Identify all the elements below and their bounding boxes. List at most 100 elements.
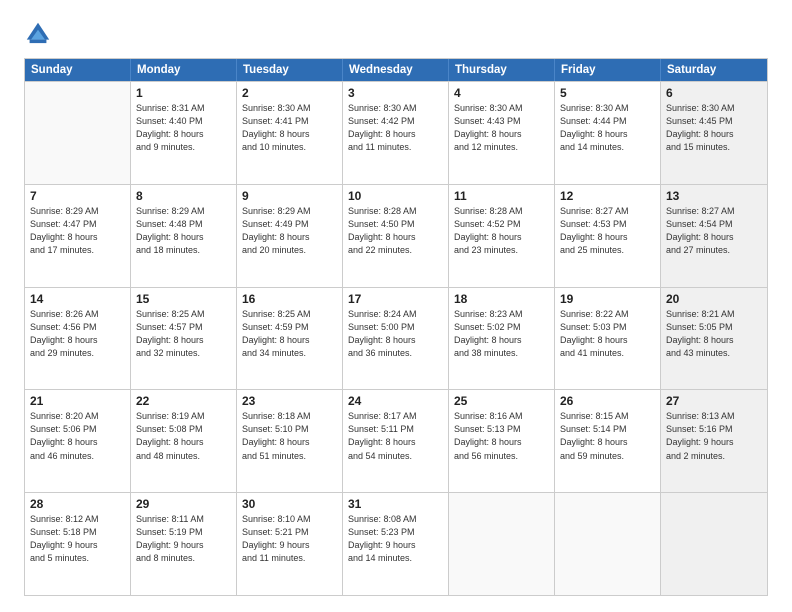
calendar-cell: 23Sunrise: 8:18 AMSunset: 5:10 PMDayligh…	[237, 390, 343, 492]
cell-info: Sunrise: 8:16 AMSunset: 5:13 PMDaylight:…	[454, 410, 549, 462]
cell-info: Sunrise: 8:25 AMSunset: 4:57 PMDaylight:…	[136, 308, 231, 360]
calendar-cell: 8 Sunrise: 8:29 AMSunset: 4:48 PMDaylight…	[131, 185, 237, 287]
calendar-cell: 12 Sunrise: 8:27 AMSunset: 4:53 PMDayligh…	[555, 185, 661, 287]
cell-info: Sunrise: 8:27 AMSunset: 4:54 PMDaylight:…	[666, 205, 762, 257]
day-number: 11	[454, 189, 549, 203]
calendar-row-1: 1 Sunrise: 8:31 AMSunset: 4:40 PMDaylight…	[25, 81, 767, 184]
day-number: 20	[666, 292, 762, 306]
calendar-cell: 24 Sunrise: 8:17 AMSunset: 5:11 PMDayligh…	[343, 390, 449, 492]
calendar-cell: 10 Sunrise: 8:28 AMSunset: 4:50 PMDayligh…	[343, 185, 449, 287]
calendar-cell: 17 Sunrise: 8:24 AMSunset: 5:00 PMDayligh…	[343, 288, 449, 390]
header	[24, 20, 768, 48]
day-number: 9	[242, 189, 337, 203]
cell-info: Sunrise: 8:27 AMSunset: 4:53 PMDaylight:…	[560, 205, 655, 257]
day-number: 8	[136, 189, 231, 203]
calendar-cell: 27 Sunrise: 8:13 AMSunset: 5:16 PMDayligh…	[661, 390, 767, 492]
calendar-cell: 9 Sunrise: 8:29 AMSunset: 4:49 PMDaylight…	[237, 185, 343, 287]
calendar-cell: 16 Sunrise: 8:25 AMSunset: 4:59 PMDayligh…	[237, 288, 343, 390]
calendar-cell: 1 Sunrise: 8:31 AMSunset: 4:40 PMDaylight…	[131, 82, 237, 184]
day-number: 12	[560, 189, 655, 203]
calendar-cell: 30Sunrise: 8:10 AMSunset: 5:21 PMDayligh…	[237, 493, 343, 595]
calendar-header: SundayMondayTuesdayWednesdayThursdayFrid…	[25, 59, 767, 81]
day-number: 2	[242, 86, 337, 100]
calendar-cell	[555, 493, 661, 595]
calendar-cell: 5Sunrise: 8:30 AMSunset: 4:44 PMDaylight…	[555, 82, 661, 184]
calendar-cell: 19 Sunrise: 8:22 AMSunset: 5:03 PMDayligh…	[555, 288, 661, 390]
calendar-cell: 4 Sunrise: 8:30 AMSunset: 4:43 PMDaylight…	[449, 82, 555, 184]
cell-info: Sunrise: 8:12 AMSunset: 5:18 PMDaylight:…	[30, 513, 125, 565]
day-number: 29	[136, 497, 231, 511]
day-number: 4	[454, 86, 549, 100]
calendar-cell	[449, 493, 555, 595]
calendar-row-3: 14Sunrise: 8:26 AMSunset: 4:56 PMDayligh…	[25, 287, 767, 390]
day-number: 27	[666, 394, 762, 408]
day-number: 23	[242, 394, 337, 408]
cell-info: Sunrise: 8:30 AMSunset: 4:44 PMDaylight:…	[560, 102, 655, 154]
calendar-cell: 15 Sunrise: 8:25 AMSunset: 4:57 PMDayligh…	[131, 288, 237, 390]
day-number: 18	[454, 292, 549, 306]
cell-info: Sunrise: 8:11 AMSunset: 5:19 PMDaylight:…	[136, 513, 231, 565]
cell-info: Sunrise: 8:22 AMSunset: 5:03 PMDaylight:…	[560, 308, 655, 360]
calendar-cell: 26 Sunrise: 8:15 AMSunset: 5:14 PMDayligh…	[555, 390, 661, 492]
page: SundayMondayTuesdayWednesdayThursdayFrid…	[0, 0, 792, 612]
day-number: 24	[348, 394, 443, 408]
calendar-cell: 6 Sunrise: 8:30 AMSunset: 4:45 PMDaylight…	[661, 82, 767, 184]
header-day-wednesday: Wednesday	[343, 59, 449, 81]
calendar-cell: 14Sunrise: 8:26 AMSunset: 4:56 PMDayligh…	[25, 288, 131, 390]
cell-info: Sunrise: 8:29 AMSunset: 4:48 PMDaylight:…	[136, 205, 231, 257]
day-number: 22	[136, 394, 231, 408]
day-number: 15	[136, 292, 231, 306]
logo	[24, 20, 56, 48]
day-number: 31	[348, 497, 443, 511]
calendar-cell: 22 Sunrise: 8:19 AMSunset: 5:08 PMDayligh…	[131, 390, 237, 492]
calendar-cell: 7 Sunrise: 8:29 AMSunset: 4:47 PMDaylight…	[25, 185, 131, 287]
cell-info: Sunrise: 8:21 AMSunset: 5:05 PMDaylight:…	[666, 308, 762, 360]
cell-info: Sunrise: 8:31 AMSunset: 4:40 PMDaylight:…	[136, 102, 231, 154]
calendar-cell: 3Sunrise: 8:30 AMSunset: 4:42 PMDaylight…	[343, 82, 449, 184]
day-number: 16	[242, 292, 337, 306]
cell-info: Sunrise: 8:28 AMSunset: 4:50 PMDaylight:…	[348, 205, 443, 257]
calendar-cell: 11 Sunrise: 8:28 AMSunset: 4:52 PMDayligh…	[449, 185, 555, 287]
day-number: 25	[454, 394, 549, 408]
cell-info: Sunrise: 8:19 AMSunset: 5:08 PMDaylight:…	[136, 410, 231, 462]
calendar-cell: 18Sunrise: 8:23 AMSunset: 5:02 PMDayligh…	[449, 288, 555, 390]
day-number: 17	[348, 292, 443, 306]
day-number: 7	[30, 189, 125, 203]
cell-info: Sunrise: 8:25 AMSunset: 4:59 PMDaylight:…	[242, 308, 337, 360]
cell-info: Sunrise: 8:24 AMSunset: 5:00 PMDaylight:…	[348, 308, 443, 360]
day-number: 13	[666, 189, 762, 203]
cell-info: Sunrise: 8:30 AMSunset: 4:43 PMDaylight:…	[454, 102, 549, 154]
day-number: 3	[348, 86, 443, 100]
day-number: 10	[348, 189, 443, 203]
header-day-tuesday: Tuesday	[237, 59, 343, 81]
calendar-cell: 31 Sunrise: 8:08 AMSunset: 5:23 PMDayligh…	[343, 493, 449, 595]
cell-info: Sunrise: 8:13 AMSunset: 5:16 PMDaylight:…	[666, 410, 762, 462]
day-number: 19	[560, 292, 655, 306]
header-day-sunday: Sunday	[25, 59, 131, 81]
day-number: 6	[666, 86, 762, 100]
calendar-row-4: 21 Sunrise: 8:20 AMSunset: 5:06 PMDayligh…	[25, 389, 767, 492]
calendar-cell: 25 Sunrise: 8:16 AMSunset: 5:13 PMDayligh…	[449, 390, 555, 492]
cell-info: Sunrise: 8:08 AMSunset: 5:23 PMDaylight:…	[348, 513, 443, 565]
cell-info: Sunrise: 8:29 AMSunset: 4:47 PMDaylight:…	[30, 205, 125, 257]
calendar-cell: 2Sunrise: 8:30 AMSunset: 4:41 PMDaylight…	[237, 82, 343, 184]
cell-info: Sunrise: 8:20 AMSunset: 5:06 PMDaylight:…	[30, 410, 125, 462]
day-number: 1	[136, 86, 231, 100]
header-day-saturday: Saturday	[661, 59, 767, 81]
calendar-cell	[25, 82, 131, 184]
day-number: 21	[30, 394, 125, 408]
calendar-cell: 29 Sunrise: 8:11 AMSunset: 5:19 PMDayligh…	[131, 493, 237, 595]
calendar-cell: 13 Sunrise: 8:27 AMSunset: 4:54 PMDayligh…	[661, 185, 767, 287]
day-number: 26	[560, 394, 655, 408]
calendar: SundayMondayTuesdayWednesdayThursdayFrid…	[24, 58, 768, 596]
cell-info: Sunrise: 8:29 AMSunset: 4:49 PMDaylight:…	[242, 205, 337, 257]
cell-info: Sunrise: 8:28 AMSunset: 4:52 PMDaylight:…	[454, 205, 549, 257]
day-number: 14	[30, 292, 125, 306]
cell-info: Sunrise: 8:15 AMSunset: 5:14 PMDaylight:…	[560, 410, 655, 462]
cell-info: Sunrise: 8:30 AMSunset: 4:45 PMDaylight:…	[666, 102, 762, 154]
calendar-cell: 21 Sunrise: 8:20 AMSunset: 5:06 PMDayligh…	[25, 390, 131, 492]
cell-info: Sunrise: 8:17 AMSunset: 5:11 PMDaylight:…	[348, 410, 443, 462]
calendar-cell	[661, 493, 767, 595]
header-day-friday: Friday	[555, 59, 661, 81]
calendar-row-5: 28Sunrise: 8:12 AMSunset: 5:18 PMDayligh…	[25, 492, 767, 595]
